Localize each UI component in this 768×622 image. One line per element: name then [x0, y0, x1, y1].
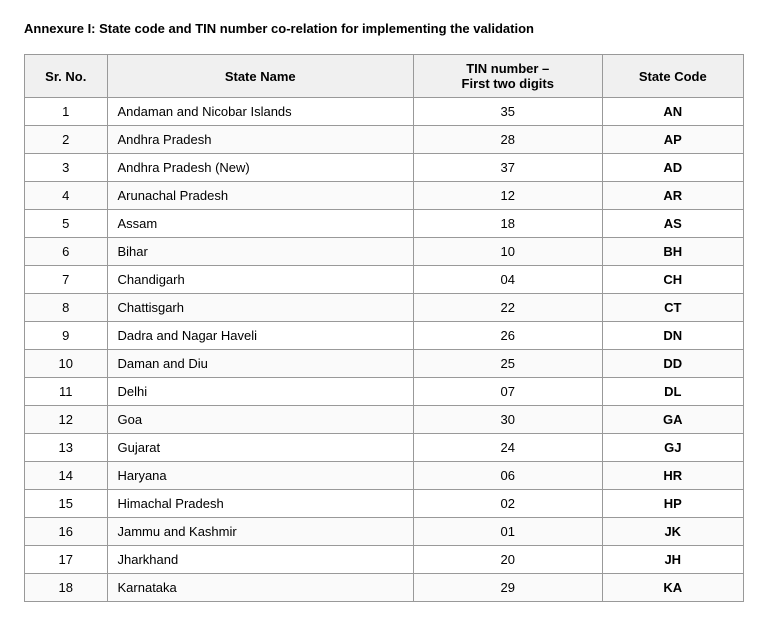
- cell-srno: 6: [25, 238, 108, 266]
- cell-statename: Goa: [107, 406, 413, 434]
- cell-srno: 13: [25, 434, 108, 462]
- cell-tin: 20: [413, 546, 602, 574]
- cell-tin: 10: [413, 238, 602, 266]
- table-row: 13Gujarat24GJ: [25, 434, 744, 462]
- cell-srno: 3: [25, 154, 108, 182]
- cell-statecode: AS: [602, 210, 743, 238]
- cell-tin: 02: [413, 490, 602, 518]
- cell-srno: 4: [25, 182, 108, 210]
- table-row: 3Andhra Pradesh (New)37AD: [25, 154, 744, 182]
- cell-statename: Assam: [107, 210, 413, 238]
- cell-statecode: HP: [602, 490, 743, 518]
- table-row: 12Goa30GA: [25, 406, 744, 434]
- cell-srno: 1: [25, 98, 108, 126]
- cell-statecode: DD: [602, 350, 743, 378]
- cell-srno: 9: [25, 322, 108, 350]
- cell-tin: 35: [413, 98, 602, 126]
- cell-srno: 14: [25, 462, 108, 490]
- table-row: 9Dadra and Nagar Haveli26DN: [25, 322, 744, 350]
- table-row: 14Haryana06HR: [25, 462, 744, 490]
- table-row: 4Arunachal Pradesh12AR: [25, 182, 744, 210]
- cell-statecode: CT: [602, 294, 743, 322]
- table-row: 16Jammu and Kashmir01JK: [25, 518, 744, 546]
- cell-statename: Haryana: [107, 462, 413, 490]
- cell-tin: 30: [413, 406, 602, 434]
- cell-tin: 26: [413, 322, 602, 350]
- cell-tin: 07: [413, 378, 602, 406]
- cell-tin: 01: [413, 518, 602, 546]
- cell-srno: 17: [25, 546, 108, 574]
- cell-statename: Andhra Pradesh (New): [107, 154, 413, 182]
- cell-statename: Jammu and Kashmir: [107, 518, 413, 546]
- cell-statecode: KA: [602, 574, 743, 602]
- cell-tin: 22: [413, 294, 602, 322]
- cell-srno: 8: [25, 294, 108, 322]
- cell-statename: Daman and Diu: [107, 350, 413, 378]
- header-tin: TIN number –First two digits: [413, 55, 602, 98]
- table-row: 6Bihar10BH: [25, 238, 744, 266]
- cell-tin: 04: [413, 266, 602, 294]
- cell-srno: 16: [25, 518, 108, 546]
- cell-statecode: CH: [602, 266, 743, 294]
- cell-statename: Gujarat: [107, 434, 413, 462]
- table-row: 18Karnataka29KA: [25, 574, 744, 602]
- cell-statename: Himachal Pradesh: [107, 490, 413, 518]
- cell-srno: 7: [25, 266, 108, 294]
- cell-tin: 24: [413, 434, 602, 462]
- cell-tin: 37: [413, 154, 602, 182]
- cell-tin: 28: [413, 126, 602, 154]
- cell-srno: 11: [25, 378, 108, 406]
- cell-statecode: AP: [602, 126, 743, 154]
- cell-srno: 15: [25, 490, 108, 518]
- cell-statename: Delhi: [107, 378, 413, 406]
- cell-srno: 18: [25, 574, 108, 602]
- cell-statename: Bihar: [107, 238, 413, 266]
- table-row: 8Chattisgarh22CT: [25, 294, 744, 322]
- cell-tin: 06: [413, 462, 602, 490]
- cell-statecode: JH: [602, 546, 743, 574]
- cell-statecode: GA: [602, 406, 743, 434]
- table-row: 17Jharkhand20JH: [25, 546, 744, 574]
- cell-statename: Jharkhand: [107, 546, 413, 574]
- cell-statecode: AD: [602, 154, 743, 182]
- cell-srno: 10: [25, 350, 108, 378]
- cell-statename: Chattisgarh: [107, 294, 413, 322]
- cell-statename: Dadra and Nagar Haveli: [107, 322, 413, 350]
- cell-statecode: AR: [602, 182, 743, 210]
- table-row: 15Himachal Pradesh02HP: [25, 490, 744, 518]
- cell-statecode: DL: [602, 378, 743, 406]
- table-row: 2Andhra Pradesh28AP: [25, 126, 744, 154]
- cell-tin: 29: [413, 574, 602, 602]
- cell-statecode: GJ: [602, 434, 743, 462]
- cell-statecode: HR: [602, 462, 743, 490]
- header-srno: Sr. No.: [25, 55, 108, 98]
- cell-tin: 25: [413, 350, 602, 378]
- cell-srno: 12: [25, 406, 108, 434]
- cell-srno: 2: [25, 126, 108, 154]
- cell-statename: Andhra Pradesh: [107, 126, 413, 154]
- table-row: 11Delhi07DL: [25, 378, 744, 406]
- cell-statecode: DN: [602, 322, 743, 350]
- cell-statename: Chandigarh: [107, 266, 413, 294]
- state-code-table: Sr. No. State Name TIN number –First two…: [24, 54, 744, 602]
- cell-statecode: JK: [602, 518, 743, 546]
- cell-statecode: BH: [602, 238, 743, 266]
- page-title: Annexure I: State code and TIN number co…: [24, 20, 744, 38]
- table-row: 7Chandigarh04CH: [25, 266, 744, 294]
- cell-statename: Andaman and Nicobar Islands: [107, 98, 413, 126]
- table-row: 5Assam18AS: [25, 210, 744, 238]
- header-statecode: State Code: [602, 55, 743, 98]
- cell-statename: Arunachal Pradesh: [107, 182, 413, 210]
- cell-statename: Karnataka: [107, 574, 413, 602]
- cell-statecode: AN: [602, 98, 743, 126]
- cell-tin: 18: [413, 210, 602, 238]
- cell-srno: 5: [25, 210, 108, 238]
- table-row: 10Daman and Diu25DD: [25, 350, 744, 378]
- cell-tin: 12: [413, 182, 602, 210]
- header-statename: State Name: [107, 55, 413, 98]
- table-row: 1Andaman and Nicobar Islands35AN: [25, 98, 744, 126]
